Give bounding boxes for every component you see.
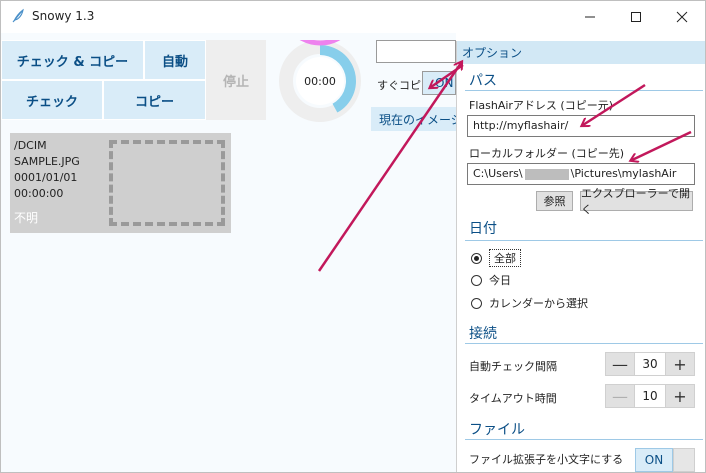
timeout-stepper: — 10 + <box>605 384 695 408</box>
radio-unchecked-icon <box>471 297 482 309</box>
radio-unchecked-icon <box>471 274 482 286</box>
top-text-input[interactable] <box>376 40 456 63</box>
file-section-title: ファイル <box>469 422 525 438</box>
date-option-all[interactable]: 全部 <box>471 249 521 267</box>
app-window: Snowy 1.3 チェック & コピー 自動 チェック コピー 停止 00:0… <box>0 0 706 473</box>
options-header[interactable]: オプション <box>457 41 705 64</box>
date-option-calendar[interactable]: カレンダーから選択 <box>471 295 588 311</box>
radio-checked-icon <box>471 252 482 264</box>
section-divider <box>465 439 703 440</box>
flashair-address-label: FlashAirアドレス (コピー元) <box>469 99 614 112</box>
close-icon <box>676 11 688 23</box>
section-divider <box>465 90 703 91</box>
auto-check-interval-value[interactable]: 30 <box>635 352 665 376</box>
redacted-username <box>524 168 569 180</box>
maximize-icon <box>631 12 641 22</box>
file-path: /DCIM <box>14 139 47 152</box>
local-folder-label: ローカルフォルダー (コピー先) <box>469 147 625 160</box>
minimize-button[interactable] <box>567 1 613 33</box>
timer-display: 00:00 <box>304 74 336 88</box>
browse-button[interactable]: 参照 <box>536 191 573 211</box>
local-folder-suffix: \Pictures\mylashAir <box>570 167 677 180</box>
window-title: Snowy 1.3 <box>32 9 95 23</box>
lowercase-extension-toggle[interactable]: ON <box>635 448 695 472</box>
file-time: 00:00:00 <box>14 187 64 200</box>
timeout-label: タイムアウト時間 <box>469 392 557 405</box>
file-card[interactable]: /DCIM SAMPLE.JPG 0001/01/01 00:00:00 不明 <box>10 133 231 233</box>
check-and-copy-button[interactable]: チェック & コピー <box>1 40 144 80</box>
local-folder-prefix: C:\Users\ <box>473 167 523 180</box>
path-section-title: パス <box>469 73 497 89</box>
date-option-today-label: 今日 <box>489 274 511 287</box>
date-section-title: 日付 <box>469 221 497 237</box>
minimize-icon <box>585 16 595 18</box>
feather-icon <box>12 8 24 23</box>
options-panel: オプション パス FlashAirアドレス (コピー元) http://myfl… <box>456 41 705 472</box>
tab-current-image[interactable]: 現在のイメージ <box>371 107 456 131</box>
increment-button[interactable]: + <box>665 352 695 376</box>
date-option-all-label: 全部 <box>489 249 521 267</box>
auto-check-interval-stepper: — 30 + <box>605 352 695 376</box>
flashair-address-input[interactable]: http://myflashair/ <box>467 115 695 137</box>
main-area: チェック & コピー 自動 チェック コピー 停止 00:00 すぐコピー ON… <box>1 33 456 472</box>
auto-button[interactable]: 自動 <box>144 40 206 80</box>
timeout-value[interactable]: 10 <box>635 384 665 408</box>
increment-button[interactable]: + <box>665 384 695 408</box>
auto-copy-toggle[interactable]: ON <box>422 71 456 95</box>
title-bar: Snowy 1.3 <box>1 1 705 33</box>
file-name: SAMPLE.JPG <box>14 155 80 168</box>
toggle-on-label: ON <box>635 448 673 472</box>
lowercase-extension-label: ファイル拡張子を小文字にする <box>469 453 624 466</box>
local-folder-input[interactable]: C:\Users\ \Pictures\mylashAir <box>467 163 695 185</box>
check-button[interactable]: チェック <box>1 80 103 120</box>
decrement-button[interactable]: — <box>605 352 635 376</box>
connection-section-title: 接続 <box>469 326 497 342</box>
file-status: 不明 <box>14 211 39 225</box>
date-option-today[interactable]: 今日 <box>471 272 511 288</box>
close-button[interactable] <box>659 1 705 33</box>
stop-button[interactable]: 停止 <box>206 40 266 120</box>
decrement-button[interactable]: — <box>605 384 635 408</box>
maximize-button[interactable] <box>613 1 659 33</box>
thumbnail-placeholder <box>109 140 225 226</box>
copy-button[interactable]: コピー <box>103 80 206 120</box>
open-explorer-button[interactable]: エクスプローラーで開く <box>580 187 693 216</box>
date-option-calendar-label: カレンダーから選択 <box>489 297 588 310</box>
section-divider <box>465 343 703 344</box>
file-date: 0001/01/01 <box>14 171 78 184</box>
auto-check-interval-label: 自動チェック間隔 <box>469 360 557 373</box>
toggle-knob <box>673 448 695 472</box>
section-divider <box>465 240 703 241</box>
